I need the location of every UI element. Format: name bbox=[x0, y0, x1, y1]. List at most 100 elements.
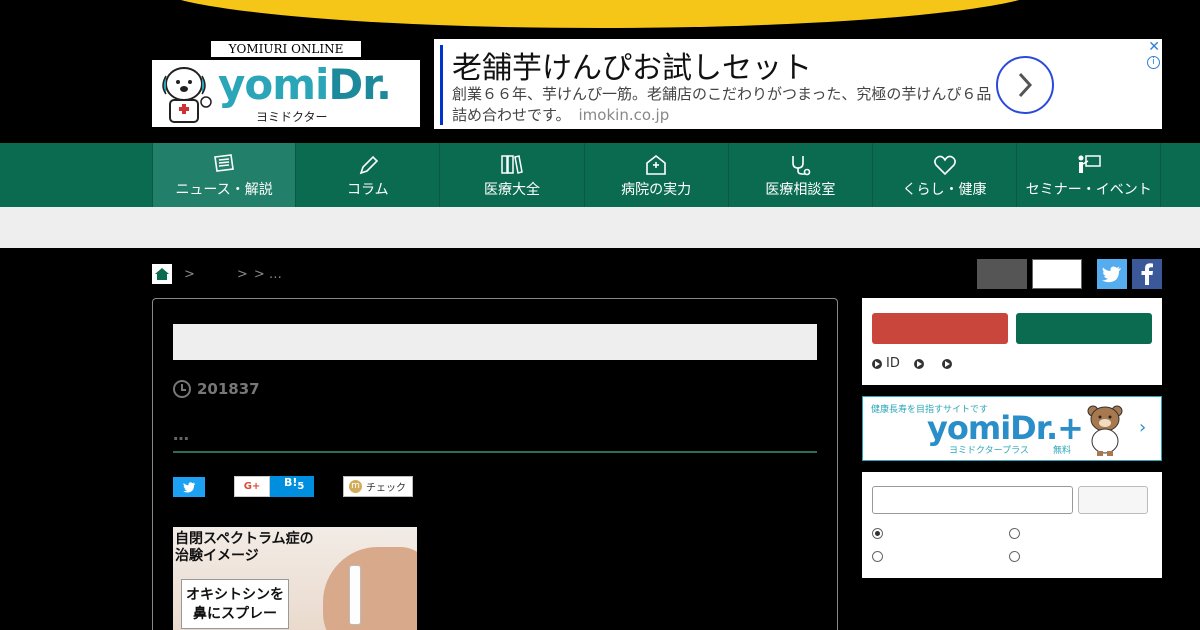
login-button[interactable] bbox=[1016, 313, 1152, 344]
twitter-icon bbox=[1102, 265, 1121, 282]
search-scope-radio[interactable] bbox=[1009, 528, 1020, 539]
nav-item-hospital[interactable]: 病院の実力 bbox=[585, 143, 729, 207]
logo-dr: Dr. bbox=[328, 60, 392, 109]
hatena-count: 5 bbox=[297, 481, 305, 493]
image-face bbox=[323, 547, 417, 630]
register-button[interactable] bbox=[872, 313, 1008, 344]
nav-item-living[interactable]: くらし・健康 bbox=[873, 143, 1018, 207]
nav-item-column[interactable]: コラム bbox=[296, 143, 441, 207]
nav-item-label: コラム bbox=[346, 182, 389, 198]
ad-banner[interactable]: 老舗芋けんぴお試しセット 創業６６年、芋けんぴ一筋。老舗店のこだわりがつまった、… bbox=[434, 39, 1162, 129]
logo-box: yomiDr. ヨミドクター bbox=[152, 60, 420, 127]
image-spray-bottle bbox=[349, 565, 361, 625]
share-mixi-check-button[interactable]: m チェック bbox=[343, 476, 413, 497]
logo-wordmark: yomiDr. bbox=[218, 60, 392, 109]
ad-description: 創業６６年、芋けんぴ一筋。老舗店のこだわりがつまった、究極の芋けんぴ６品詰め合わ… bbox=[452, 84, 992, 126]
facebook-icon bbox=[1141, 263, 1153, 285]
twitter-follow-button[interactable] bbox=[1097, 259, 1127, 289]
banner-logo: yomiDr.+ bbox=[927, 409, 1084, 447]
ad-domain[interactable]: imokin.co.jp bbox=[579, 106, 670, 124]
twitter-icon bbox=[182, 481, 195, 492]
stethoscope-icon bbox=[792, 156, 811, 176]
font-size-standard-button[interactable] bbox=[977, 259, 1027, 289]
article-date: 201837 bbox=[173, 379, 260, 399]
logo-online-label: YOMIURI ONLINE bbox=[210, 40, 362, 58]
breadcrumb: > > > … bbox=[152, 264, 288, 284]
image-caption-line: 自閉スペクトラム症の bbox=[175, 531, 314, 547]
search-scope-radio[interactable] bbox=[872, 528, 883, 539]
sidebar-search-box bbox=[862, 472, 1162, 578]
image-label-line: オキシトシンを bbox=[186, 587, 284, 603]
nav-items: ニュース・解説 コラム 医療大全 病院の実力 医療相談室 くらし・健康 セミナー… bbox=[152, 143, 1162, 207]
heart-icon bbox=[933, 155, 956, 176]
article-container: 201837 … G+ B!5 m チェック 自閉スペクトラム症の 治験イメージ… bbox=[152, 298, 838, 630]
books-icon bbox=[501, 155, 523, 174]
share-twitter-button[interactable] bbox=[173, 477, 205, 497]
ad-title[interactable]: 老舗芋けんぴお試しセット bbox=[452, 43, 812, 87]
login-link-id[interactable]: ID bbox=[886, 356, 900, 371]
doctor-dog-mascot-icon bbox=[162, 67, 212, 123]
search-scope-radio[interactable] bbox=[1009, 551, 1020, 562]
arrow-bullet-icon bbox=[913, 358, 924, 369]
article-author: … bbox=[173, 425, 190, 444]
image-caption-line: 治験イメージ bbox=[175, 548, 259, 564]
login-links: ID bbox=[872, 356, 956, 371]
search-scope-radio[interactable] bbox=[872, 551, 883, 562]
search-input[interactable] bbox=[872, 486, 1073, 514]
sidebar-login-box: ID bbox=[862, 298, 1162, 385]
nav-item-label: セミナー・イベント bbox=[1025, 182, 1152, 198]
article-date-text: 201837 bbox=[197, 380, 260, 398]
top-decoration bbox=[150, 0, 1050, 28]
nav-item-label: ニュース・解説 bbox=[175, 182, 273, 198]
ad-info-icon[interactable]: i bbox=[1147, 56, 1160, 69]
banner-kana: ヨミドクタープラス bbox=[949, 446, 1029, 456]
nav-item-news[interactable]: ニュース・解説 bbox=[152, 143, 297, 207]
nav-item-label: 医療相談室 bbox=[765, 182, 836, 198]
chevron-right-icon bbox=[1018, 72, 1033, 98]
nav-item-seminar[interactable]: セミナー・イベント bbox=[1017, 143, 1162, 207]
nav-item-label: 病院の実力 bbox=[621, 182, 692, 198]
ad-close-icon[interactable]: ✕ bbox=[1148, 39, 1160, 55]
banner-free-label: 無料 bbox=[1053, 446, 1072, 456]
image-label-line: 鼻にスプレー bbox=[193, 606, 277, 622]
search-button[interactable] bbox=[1078, 486, 1148, 514]
yomidr-plus-banner[interactable]: 健康長寿を目指すサイトです yomiDr.+ ヨミドクタープラス 無料 › bbox=[862, 396, 1162, 461]
article-image: 自閉スペクトラム症の 治験イメージ オキシトシンを 鼻にスプレー bbox=[173, 527, 417, 630]
presenter-icon bbox=[1078, 155, 1101, 173]
breadcrumb-separator: > bbox=[184, 266, 195, 282]
facebook-share-button[interactable] bbox=[1132, 259, 1162, 289]
logo-yomi: yomi bbox=[218, 60, 329, 109]
mixi-check-label: チェック bbox=[366, 483, 406, 494]
hospital-icon bbox=[646, 154, 666, 175]
pencil-icon bbox=[359, 155, 378, 175]
bear-mascot-icon bbox=[1087, 405, 1123, 456]
ad-arrow-button[interactable] bbox=[996, 56, 1054, 114]
breadcrumb-separator: > bbox=[236, 266, 248, 282]
article-title bbox=[173, 324, 817, 360]
home-icon bbox=[155, 268, 169, 280]
ad-accent-bar bbox=[440, 45, 443, 125]
breadcrumb-current: > … bbox=[253, 266, 282, 282]
share-hatena-button[interactable]: B!5 bbox=[270, 476, 314, 497]
article-divider bbox=[173, 451, 817, 453]
arrow-bullet-icon bbox=[872, 358, 882, 369]
share-googleplus-button[interactable]: G+ bbox=[234, 476, 270, 497]
site-logo[interactable]: YOMIURI ONLINE yomiDr. ヨミドクター bbox=[152, 40, 420, 127]
hatena-bookmark-icon: B! bbox=[284, 476, 298, 489]
chevron-right-icon: › bbox=[1139, 417, 1147, 438]
breadcrumb-home[interactable] bbox=[152, 264, 172, 284]
ad-description-text: 創業６６年、芋けんぴ一筋。老舗店のこだわりがつまった、究極の芋けんぴ６品詰め合わ… bbox=[452, 85, 992, 124]
nav-item-label: くらし・健康 bbox=[902, 182, 987, 198]
nav-item-encyclopedia[interactable]: 医療大全 bbox=[440, 143, 585, 207]
font-size-large-button[interactable] bbox=[1032, 259, 1082, 289]
mixi-icon: m bbox=[349, 480, 362, 493]
main-nav: ニュース・解説 コラム 医療大全 病院の実力 医療相談室 くらし・健康 セミナー… bbox=[0, 143, 1200, 207]
clock-icon bbox=[173, 380, 191, 398]
logo-kana: ヨミドクター bbox=[256, 110, 328, 124]
arrow-bullet-icon bbox=[941, 358, 952, 369]
sub-nav-bar bbox=[0, 207, 1200, 248]
nav-item-consultation[interactable]: 医療相談室 bbox=[729, 143, 873, 207]
image-label: オキシトシンを 鼻にスプレー bbox=[181, 579, 289, 629]
newspaper-icon bbox=[214, 154, 235, 172]
nav-item-label: 医療大全 bbox=[483, 182, 540, 198]
